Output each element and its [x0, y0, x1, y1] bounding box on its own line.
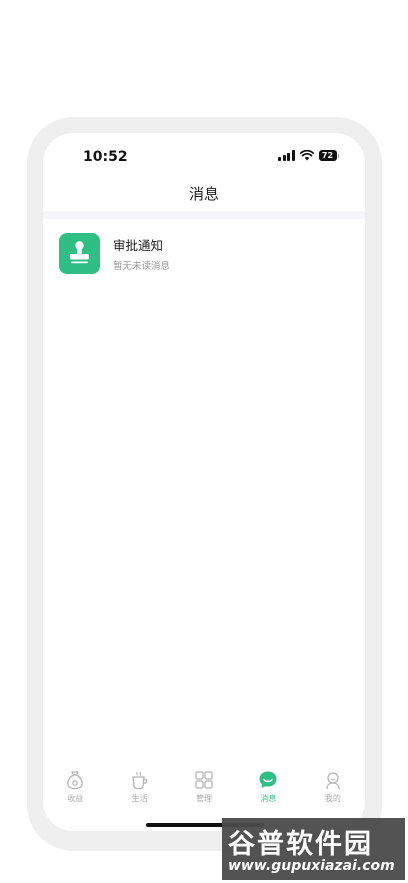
- tab-label: 我的: [324, 794, 341, 803]
- message-item-approval[interactable]: 审批通知 暂无未读消息: [43, 219, 365, 289]
- wifi-icon: [299, 150, 314, 161]
- tab-manage[interactable]: 管理: [172, 763, 236, 811]
- page-title: 消息: [188, 185, 219, 203]
- signal-icon: [278, 150, 295, 161]
- cup-icon: [131, 771, 147, 790]
- tab-messages[interactable]: 消息: [236, 763, 300, 811]
- watermark-url: www.gupuxiazai.com: [228, 858, 395, 874]
- tab-income[interactable]: 收益: [43, 763, 107, 811]
- app-screen: 10:52 72 消息 审批通知 暂无未读消息 收益 生活 管理 消息 我的: [43, 133, 365, 831]
- watermark-title: 谷普软件园: [228, 829, 373, 860]
- battery-level: 72: [318, 150, 337, 161]
- status-bar: 10:52 72: [43, 133, 365, 181]
- tab-bar: 收益 生活 管理 消息 我的: [43, 763, 365, 811]
- battery-icon: 72: [318, 150, 339, 161]
- watermark: 谷普软件园 www.gupuxiazai.com: [222, 818, 405, 880]
- nav-divider: [43, 211, 365, 219]
- tab-life[interactable]: 生活: [107, 763, 171, 811]
- stamp-icon: [59, 233, 100, 274]
- status-time: 10:52: [83, 149, 128, 165]
- status-icons: 72: [278, 150, 339, 161]
- tab-label: 消息: [260, 794, 277, 803]
- message-title: 审批通知: [113, 238, 164, 253]
- money-bag-icon: [67, 771, 83, 790]
- message-subtitle: 暂无未读消息: [113, 261, 171, 272]
- tab-profile[interactable]: 我的: [301, 763, 365, 811]
- person-icon: [326, 772, 340, 790]
- tab-label: 生活: [131, 794, 148, 803]
- tab-label: 管理: [196, 794, 213, 803]
- chat-bubble-icon: [259, 771, 277, 788]
- grid-icon: [195, 771, 213, 789]
- tab-label: 收益: [67, 794, 84, 803]
